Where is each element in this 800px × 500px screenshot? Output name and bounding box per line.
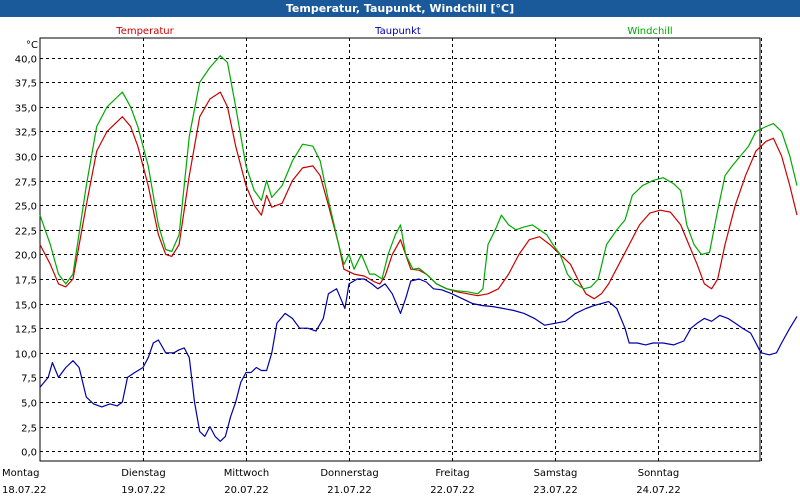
x-tick-day: Sonntag: [638, 468, 680, 479]
y-tick-label: 32,5: [15, 128, 37, 139]
y-tick-label: 2,5: [21, 424, 37, 435]
x-tick-day: Samstag: [534, 468, 578, 479]
y-tick-label: 35,0: [15, 104, 37, 115]
x-tick-date: 24.07.22: [636, 485, 681, 496]
y-tick-label: 7,5: [21, 374, 37, 385]
y-axis-label: °C: [26, 40, 38, 51]
x-tick-date: 21.07.22: [327, 485, 372, 496]
x-tick-day: Freitag: [435, 468, 469, 479]
y-tick-label: 40,0: [15, 55, 37, 66]
y-axis-ticks: 0,0 2,5 5,0 7,5 10,0 12,5 15,0 17,5 20,0 22,5 25,0…: [15, 55, 37, 459]
y-tick-label: 17,5: [15, 276, 37, 287]
y-tick-label: 37,5: [15, 79, 37, 90]
x-axis-ticks: Montag 18.07.22 Dienstag 19.07.22 Mittwoch 20…: [2, 468, 681, 496]
legend: Temperatur Taupunkt Windchill: [115, 26, 672, 37]
plot-frame: [39, 37, 761, 462]
legend-item-taupunkt: Taupunkt: [374, 26, 421, 37]
y-tick-label: 0,0: [21, 448, 37, 459]
series-line-windchill: [39, 55, 798, 295]
y-tick-label: 15,0: [15, 301, 37, 312]
series-lines: [39, 55, 798, 442]
y-tick-label: 12,5: [15, 325, 37, 336]
x-tick-day: Dienstag: [121, 468, 166, 479]
legend-item-temperatur: Temperatur: [115, 26, 174, 37]
y-tick-label: 20,0: [15, 251, 37, 262]
y-tick-label: 27,5: [15, 178, 37, 189]
chart: 0,0 2,5 5,0 7,5 10,0 12,5 15,0 17,5 20,0 22,5 25,0…: [2, 26, 798, 496]
x-tick-date: 18.07.22: [2, 485, 47, 496]
x-tick-date: 19.07.22: [121, 485, 166, 496]
y-tick-label: 5,0: [21, 399, 37, 410]
y-tick-label: 22,5: [15, 227, 37, 238]
x-tick-day: Montag: [2, 468, 39, 479]
y-tick-label: 25,0: [15, 202, 37, 213]
y-tick-label: 10,0: [15, 350, 37, 361]
x-tick-day: Donnerstag: [320, 468, 378, 479]
x-tick-date: 22.07.22: [430, 485, 475, 496]
y-tick-label: 30,0: [15, 153, 37, 164]
x-tick-date: 20.07.22: [224, 485, 269, 496]
grid: [40, 38, 762, 461]
x-tick-date: 23.07.22: [533, 485, 578, 496]
legend-item-windchill: Windchill: [627, 26, 672, 37]
series-line-taupunkt: [39, 278, 798, 442]
x-tick-day: Mittwoch: [224, 468, 269, 479]
